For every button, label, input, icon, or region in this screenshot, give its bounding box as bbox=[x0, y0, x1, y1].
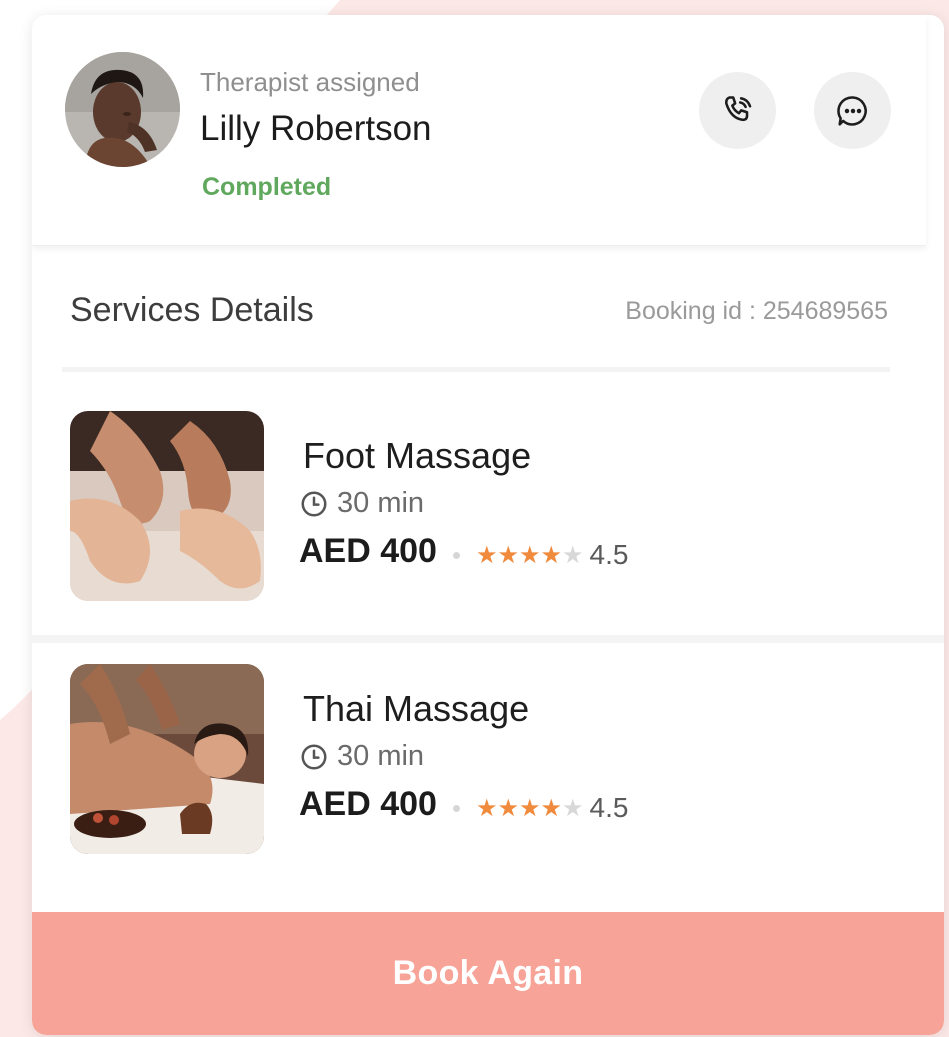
star-empty-icon: ★ bbox=[562, 795, 584, 822]
service-duration: 30 min bbox=[299, 740, 424, 773]
book-again-label: Book Again bbox=[392, 954, 584, 992]
separator-dot bbox=[452, 551, 460, 559]
rating-value: 4.5 bbox=[589, 539, 629, 570]
call-button[interactable] bbox=[699, 72, 776, 149]
chat-button[interactable] bbox=[814, 72, 891, 149]
rating-value: 4.5 bbox=[589, 792, 629, 823]
duration-label: 30 min bbox=[337, 740, 425, 772]
star-icon: ★ bbox=[497, 542, 519, 569]
star-empty-icon: ★ bbox=[562, 542, 584, 569]
phone-call-icon bbox=[724, 95, 751, 121]
chat-bubble-icon bbox=[836, 95, 867, 126]
service-name: Thai Massage bbox=[303, 688, 530, 729]
service-thumbnail bbox=[70, 411, 264, 601]
book-again-button[interactable]: Book Again bbox=[32, 912, 944, 1035]
service-item-thai-massage[interactable]: Thai Massage 30 min AED 400 ★ ★ ★ ★ ★ 4.… bbox=[32, 648, 944, 888]
booking-card: Therapist assigned Lilly Robertson Compl… bbox=[32, 15, 944, 1035]
service-item-foot-massage[interactable]: Foot Massage 30 min AED 400 ★ ★ ★ ★ ★ 4.… bbox=[32, 395, 944, 643]
star-icon: ★ bbox=[475, 542, 498, 569]
star-rating: ★ ★ ★ ★ ★ bbox=[476, 544, 584, 568]
service-name: Foot Massage bbox=[303, 435, 532, 476]
price-row: AED 400 ★ ★ ★ ★ ★ 4.5 bbox=[299, 531, 628, 571]
star-icon: ★ bbox=[540, 795, 563, 822]
star-icon: ★ bbox=[519, 795, 541, 822]
duration-label: 30 min bbox=[337, 487, 425, 519]
clock-icon bbox=[301, 491, 327, 516]
therapist-label: Therapist assigned bbox=[200, 67, 420, 97]
clock-icon bbox=[301, 744, 327, 769]
divider bbox=[62, 367, 890, 372]
star-rating: ★ ★ ★ ★ ★ bbox=[476, 797, 584, 821]
service-thumbnail bbox=[70, 664, 264, 854]
service-price: AED 400 bbox=[299, 531, 437, 570]
star-icon: ★ bbox=[497, 795, 519, 822]
service-price: AED 400 bbox=[299, 784, 437, 823]
star-icon: ★ bbox=[540, 542, 563, 569]
star-icon: ★ bbox=[475, 795, 498, 822]
therapist-avatar bbox=[65, 52, 180, 167]
separator-dot bbox=[452, 804, 460, 812]
status-badge: Completed bbox=[202, 173, 332, 201]
star-icon: ★ bbox=[519, 542, 541, 569]
booking-id: Booking id : 254689565 bbox=[625, 297, 888, 325]
therapist-panel: Therapist assigned Lilly Robertson Compl… bbox=[32, 15, 926, 246]
service-duration: 30 min bbox=[299, 487, 424, 520]
services-title: Services Details bbox=[70, 291, 314, 329]
price-row: AED 400 ★ ★ ★ ★ ★ 4.5 bbox=[299, 784, 628, 824]
therapist-name: Lilly Robertson bbox=[200, 109, 432, 148]
